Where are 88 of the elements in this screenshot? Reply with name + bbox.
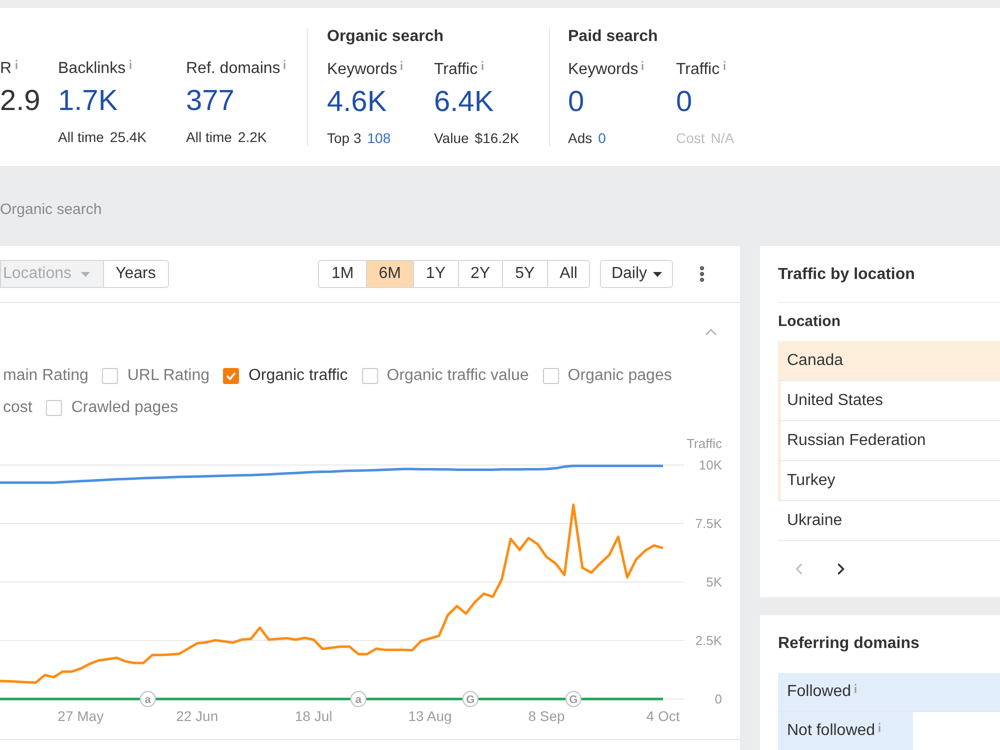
metric-sub-label: Cost [676, 129, 705, 147]
metric-value: 2.9 [0, 84, 40, 118]
checkbox-label[interactable]: cost [0, 398, 32, 418]
checkbox-label[interactable]: Organic traffic value [386, 366, 529, 386]
info-icon [722, 61, 726, 70]
metric-label: Backlinks [58, 59, 126, 79]
column-header: Location [778, 312, 840, 332]
metric-value[interactable]: 6.4K [434, 85, 494, 119]
info-icon [128, 60, 132, 69]
location-name: United States [786, 390, 884, 410]
y-axis-label: 0 [714, 692, 722, 706]
x-axis-label: 27 May [58, 708, 104, 724]
info-icon [878, 723, 882, 732]
card-title: Referring domains [778, 634, 920, 654]
metric-value[interactable]: 4.6K [327, 85, 387, 119]
range-tab[interactable]: 5Y [503, 260, 548, 288]
section-title: Organic search [0, 200, 102, 220]
info-icon [641, 61, 644, 70]
x-axis-label: 13 Aug [408, 708, 452, 724]
checkbox[interactable] [542, 368, 559, 384]
checkbox-label[interactable]: Organic traffic [248, 366, 348, 386]
metric-sub-label: All time [58, 128, 104, 146]
metric-label: R [0, 59, 12, 79]
location-row[interactable]: Ukraine [778, 501, 1000, 541]
check-icon [226, 372, 236, 380]
y-axis-title: Traffic [686, 436, 722, 451]
info-icon [854, 684, 858, 693]
location-row[interactable]: United States [778, 381, 1000, 421]
info-icon [283, 60, 286, 69]
checkbox[interactable] [46, 400, 62, 416]
location-row[interactable]: Turkey [778, 461, 1000, 501]
domain-type-label: Not followed [786, 721, 876, 741]
range-tab[interactable]: 1Y [414, 260, 458, 288]
x-axis-label: 8 Sep [528, 708, 565, 724]
metric-sub-value: $16.2K [474, 129, 520, 147]
range-tab[interactable]: 6M [366, 260, 414, 288]
metric-value[interactable]: 0 [676, 85, 692, 119]
location-name: Turkey [786, 470, 836, 490]
metric-label: Traffic [434, 60, 478, 80]
x-axis-label: 4 Oct [646, 708, 680, 724]
metric-value[interactable]: 377 [186, 84, 234, 118]
metric-sub-label: Value [434, 129, 469, 147]
metric-label: Traffic [676, 60, 720, 80]
y-axis-label: 10K [698, 458, 722, 472]
group-title: Paid search [568, 28, 658, 46]
metric-label: Keywords [568, 60, 638, 80]
metric-value[interactable]: 1.7K [58, 84, 118, 118]
y-axis-label: 2.5K [695, 633, 722, 648]
range-tab[interactable]: 1M [318, 260, 367, 288]
location-name: Russian Federation [786, 430, 926, 450]
metric-sub-value[interactable]: 0 [598, 129, 606, 147]
metric-sub-value: 25.4K [110, 128, 146, 146]
metric-sub-label: All time [186, 128, 232, 146]
metric-label: Keywords [327, 60, 398, 80]
interval-dropdown[interactable]: Daily [600, 260, 673, 288]
checkbox-label[interactable]: main Rating [0, 366, 88, 386]
y-axis-label: 7.5K [695, 516, 722, 531]
checkbox-label[interactable]: Organic pages [568, 366, 672, 386]
group-title: Organic search [327, 28, 444, 46]
metric-sub-value: N/A [710, 129, 734, 147]
years-button[interactable]: Years [102, 260, 169, 288]
location-row[interactable]: Canada [778, 341, 1000, 381]
range-tab[interactable]: 2Y [458, 260, 504, 288]
checkbox-label[interactable]: URL Rating [127, 366, 210, 386]
metric-sub-value[interactable]: 108 [367, 129, 391, 147]
caret-icon [653, 272, 662, 276]
metric-sub-label: Ads [568, 129, 592, 147]
metric-value[interactable]: 0 [568, 85, 584, 119]
checkbox[interactable] [362, 368, 378, 384]
metric-label: Ref. domains [186, 59, 280, 79]
x-axis-label: 22 Jun [176, 708, 218, 724]
domain-type-label: Followed [786, 682, 852, 702]
y-axis-label: 5K [706, 574, 722, 590]
metric-sub-value: 2.2K [238, 128, 267, 146]
caret-icon [80, 272, 90, 276]
location-name: Ukraine [786, 510, 842, 530]
info-icon [480, 61, 484, 70]
checkbox-label[interactable]: Crawled pages [71, 398, 178, 418]
info-icon [14, 60, 18, 69]
x-axis-label: 18 Jul [294, 708, 332, 724]
location-name: Canada [786, 350, 844, 370]
metric-sub-label: Top 3 [327, 129, 362, 147]
location-row[interactable]: Russian Federation [778, 421, 1000, 461]
card-title: Traffic by location [778, 265, 915, 285]
checkbox[interactable] [102, 368, 118, 384]
range-tab[interactable]: All [548, 260, 590, 288]
info-icon [400, 61, 404, 70]
checkbox[interactable] [223, 368, 240, 384]
